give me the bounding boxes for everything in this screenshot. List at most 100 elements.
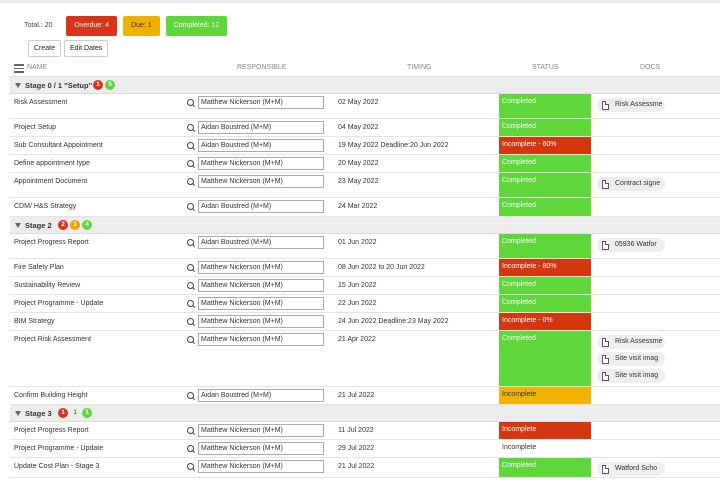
responsible-field[interactable]: Matthew Nickerson (M+M) [198, 157, 324, 170]
status-cell[interactable]: Incomplete [499, 387, 591, 404]
create-button[interactable]: Create [28, 40, 62, 57]
status-cell[interactable]: Completed [499, 119, 591, 136]
task-name[interactable]: Project Programme - Update [14, 445, 103, 452]
column-timing[interactable]: TIMING [407, 64, 432, 71]
search-icon[interactable] [187, 445, 195, 453]
status-cell[interactable]: Completed [499, 331, 591, 386]
responsible-field[interactable]: Matthew Nickerson (M+M) [198, 442, 324, 455]
document-chip[interactable]: Watford Scho [597, 462, 665, 476]
task-name[interactable]: Project Progress Report [14, 427, 89, 434]
document-chip[interactable]: 05936 Watfor [597, 238, 665, 252]
responsible-field[interactable]: Matthew Nickerson (M+M) [198, 279, 324, 292]
task-name[interactable]: CDM/ H&S Strategy [14, 203, 76, 210]
column-status[interactable]: STATUS [532, 64, 559, 71]
task-name[interactable]: BIM Strategy [14, 318, 54, 325]
search-icon[interactable] [187, 336, 195, 344]
search-icon[interactable] [187, 99, 195, 107]
task-name[interactable]: Fire Safety Plan [14, 264, 64, 271]
document-chip[interactable]: Contract signe [597, 177, 665, 191]
status-cell[interactable]: Completed [499, 277, 591, 294]
table-row[interactable]: Fire Safety Plan Matthew Nickerson (M+M) 0… [10, 259, 720, 277]
table-row[interactable]: Sustainability Review Matthew Nickerson (… [10, 277, 720, 295]
search-icon[interactable] [187, 124, 195, 132]
responsible-field[interactable]: Aidan Boustred (M+M) [198, 121, 324, 134]
collapse-triangle-icon[interactable] [15, 223, 21, 228]
task-name[interactable]: Project Risk Assessment [14, 336, 91, 343]
responsible-field[interactable]: Matthew Nickerson (M+M) [198, 460, 324, 473]
column-docs[interactable]: DOCS [640, 64, 660, 71]
table-row[interactable]: Project Setup Aidan Boustred (M+M) 04 May … [10, 119, 720, 137]
status-cell[interactable]: Incomplete - 60% [499, 137, 591, 154]
column-name[interactable]: NAME [27, 64, 47, 71]
table-row[interactable]: Define appointment type Matthew Nickerson… [10, 155, 720, 173]
document-chip[interactable]: Site visit imag [597, 369, 665, 383]
status-cell[interactable]: Incomplete [499, 440, 591, 457]
search-icon[interactable] [187, 178, 195, 186]
status-cell[interactable]: Completed [499, 295, 591, 312]
task-name[interactable]: Define appointment type [14, 160, 90, 167]
table-row[interactable]: Update Cost Plan - Stage 3 Matthew Nicker… [10, 458, 720, 478]
responsible-field[interactable]: Matthew Nickerson (M+M) [198, 261, 324, 274]
status-cell[interactable]: Completed [499, 155, 591, 172]
table-row[interactable]: BIM Strategy Matthew Nickerson (M+M) 24 Ju… [10, 313, 720, 331]
document-chip[interactable]: Risk Assessme [597, 98, 665, 112]
status-cell[interactable]: Incomplete - 0% [499, 313, 591, 330]
status-cell[interactable]: Incomplete - 80% [499, 259, 591, 276]
table-row[interactable]: Project Risk Assessment Matthew Nickerson… [10, 331, 720, 387]
search-icon[interactable] [187, 160, 195, 168]
task-name[interactable]: Project Setup [14, 124, 56, 131]
status-cell[interactable]: Completed [499, 458, 591, 477]
status-cell[interactable]: Completed [499, 94, 591, 118]
search-icon[interactable] [187, 300, 195, 308]
completed-filter[interactable]: Completed: 12 [165, 16, 228, 36]
table-row[interactable]: Confirm Building Height Aidan Boustred (M… [10, 387, 720, 405]
search-icon[interactable] [187, 264, 195, 272]
task-name[interactable]: Project Programme - Update [14, 300, 103, 307]
stage-header[interactable]: Stage 2 214 [10, 217, 720, 234]
responsible-field[interactable]: Matthew Nickerson (M+M) [198, 333, 324, 346]
task-name[interactable]: Risk Assessment [14, 99, 67, 106]
search-icon[interactable] [187, 142, 195, 150]
search-icon[interactable] [187, 318, 195, 326]
search-icon[interactable] [187, 203, 195, 211]
search-icon[interactable] [187, 463, 195, 471]
task-name[interactable]: Project Progress Report [14, 239, 89, 246]
task-name[interactable]: Update Cost Plan - Stage 3 [14, 463, 99, 470]
document-chip[interactable]: Site visit imag [597, 352, 665, 366]
task-name[interactable]: Appointment Document [14, 178, 87, 185]
column-responsible[interactable]: RESPONSIBLE [237, 64, 286, 71]
collapse-triangle-icon[interactable] [15, 83, 21, 88]
table-row[interactable]: Project Programme - Update Matthew Nicker… [10, 440, 720, 458]
stage-header[interactable]: Stage 3111 [10, 405, 720, 422]
task-name[interactable]: Sustainability Review [14, 282, 80, 289]
table-row[interactable]: Project Programme - Update Matthew Nicker… [10, 295, 720, 313]
collapse-triangle-icon[interactable] [15, 411, 21, 416]
responsible-field[interactable]: Matthew Nickerson (M+M) [198, 424, 324, 437]
status-cell[interactable]: Completed [499, 173, 591, 197]
responsible-field[interactable]: Matthew Nickerson (M+M) [198, 96, 324, 109]
responsible-field[interactable]: Aidan Boustred (M+M) [198, 200, 324, 213]
stage-header[interactable]: Stage 0 / 1 "Setup" 1 5 [10, 77, 720, 94]
task-name[interactable]: Sub Consultant Appointment [14, 142, 103, 149]
responsible-field[interactable]: Matthew Nickerson (M+M) [198, 297, 324, 310]
table-row[interactable]: Risk Assessment Matthew Nickerson (M+M) 02… [10, 94, 720, 119]
task-name[interactable]: Confirm Building Height [14, 392, 88, 399]
responsible-field[interactable]: Matthew Nickerson (M+M) [198, 315, 324, 328]
search-icon[interactable] [187, 239, 195, 247]
responsible-field[interactable]: Aidan Boustred (M+M) [198, 236, 324, 249]
document-chip[interactable]: Risk Assessme [597, 335, 665, 349]
status-cell[interactable]: Incomplete [499, 422, 591, 439]
table-row[interactable]: Project Progress Report Aidan Boustred (M… [10, 234, 720, 259]
responsible-field[interactable]: Aidan Boustred (M+M) [198, 139, 324, 152]
table-row[interactable]: Sub Consultant Appointment Aidan Boustred… [10, 137, 720, 155]
search-icon[interactable] [187, 282, 195, 290]
table-row[interactable]: Project Progress Report Matthew Nickerson… [10, 422, 720, 440]
status-cell[interactable]: Completed [499, 198, 591, 216]
table-row[interactable]: CDM/ H&S Strategy Aidan Boustred (M+M) 24 … [10, 198, 720, 217]
overdue-filter[interactable]: Overdue: 4 [66, 16, 118, 36]
edit-dates-button[interactable]: Edit Dates [64, 40, 109, 57]
search-icon[interactable] [187, 427, 195, 435]
table-row[interactable]: Appointment Document Matthew Nickerson (M… [10, 173, 720, 198]
responsible-field[interactable]: Matthew Nickerson (M+M) [198, 175, 324, 188]
menu-icon[interactable] [14, 64, 24, 73]
